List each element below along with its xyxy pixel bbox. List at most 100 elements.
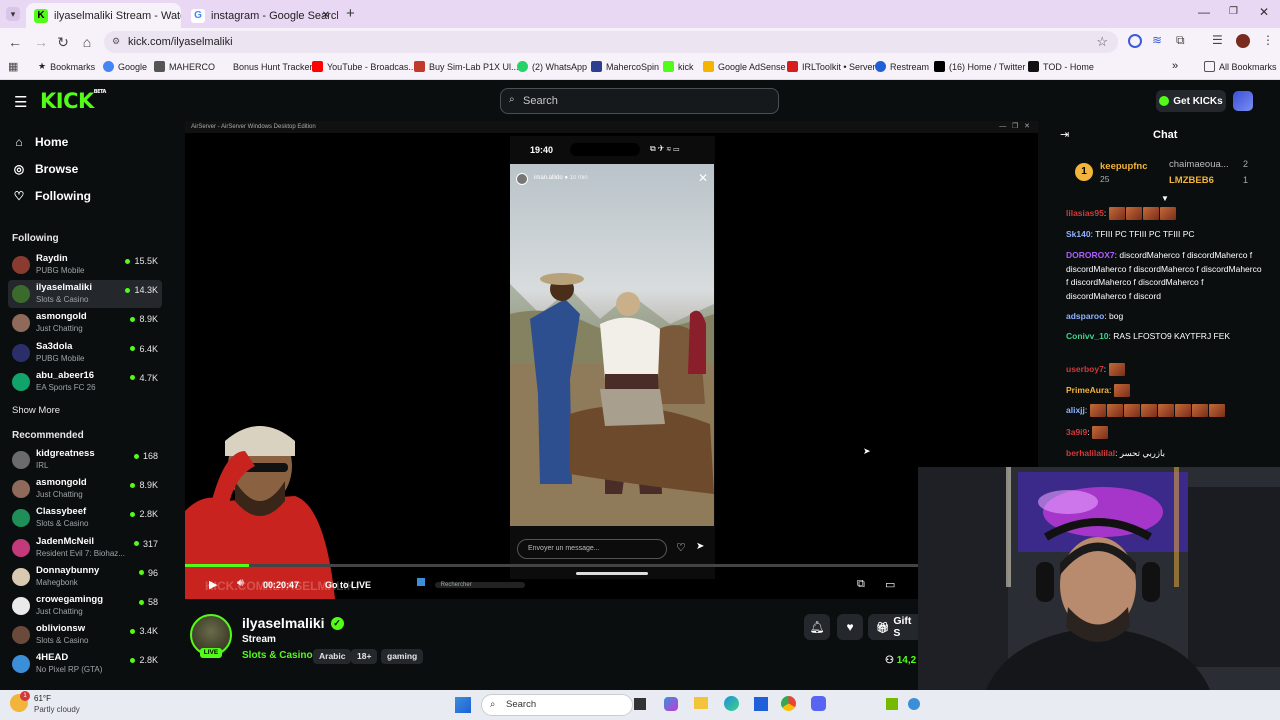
puzzle-icon[interactable]: ⧉ (1176, 33, 1185, 48)
bookmark-star-icon[interactable]: ☆ (1096, 34, 1108, 50)
bookmark-simlab[interactable]: Buy Sim-Lab P1X Ul... (414, 61, 519, 72)
nvidia-icon[interactable] (886, 698, 898, 710)
sidebar-channel-asmongold[interactable]: asmongold Just Chatting 8.9K (8, 309, 162, 337)
bookmark-bonus-hunt[interactable]: Bonus Hunt Tracker (218, 61, 313, 72)
bookmark-adsense[interactable]: Google AdSense (703, 61, 786, 72)
chat-username[interactable]: userboy7 (1066, 364, 1104, 374)
collapse-chat-icon[interactable]: ⇥ (1060, 128, 1069, 141)
user-avatar[interactable] (1233, 91, 1253, 111)
go-to-live-button[interactable]: Go to LIVE (325, 580, 371, 590)
tag-18plus[interactable]: 18+ (351, 649, 378, 664)
pinned-user-1[interactable]: keepupfnc (1100, 161, 1148, 172)
story-heart-icon[interactable]: ♡ (676, 541, 686, 554)
bookmark-irltoolkit[interactable]: IRLToolkit • Server (787, 61, 876, 72)
discord-icon[interactable] (811, 696, 826, 711)
volume-icon[interactable]: 🔊︎ (237, 577, 244, 590)
chat-username[interactable]: 3a9i9 (1066, 427, 1087, 437)
video-player[interactable]: AirServer - AirServer Windows Desktop Ed… (185, 121, 1038, 599)
hamburger-menu-icon[interactable]: ☰ (14, 93, 27, 111)
show-more-link[interactable]: Show More (12, 405, 60, 416)
sidebar-channel-donnaybunny[interactable]: Donnaybunny Mahegbonk 96 (8, 563, 162, 591)
close-window-icon[interactable]: ✕ (1259, 5, 1269, 19)
taskbar-search[interactable]: ⌕ Search (481, 694, 633, 716)
play-icon[interactable]: ▶ (209, 578, 217, 591)
bookmark-kick[interactable]: kick (663, 61, 694, 72)
nav-home[interactable]: ⌂ Home (12, 135, 68, 149)
chat-username[interactable]: DOROROX7 (1066, 250, 1115, 260)
bookmark-tod[interactable]: TOD - Home (1028, 61, 1094, 72)
sidebar-channel-jadenmcneil[interactable]: JadenMcNeil Resident Evil 7: Biohaz... 317 (8, 534, 162, 562)
kick-logo[interactable]: KICKBETA (40, 89, 106, 113)
apps-grid-icon[interactable]: ▦ (8, 60, 18, 73)
bookmark-whatsapp[interactable]: (2) WhatsApp (517, 61, 587, 72)
chat-username[interactable]: lilasias95 (1066, 208, 1104, 218)
theatre-mode-icon[interactable]: ▭ (885, 578, 895, 591)
minimize-icon[interactable]: — (1198, 5, 1210, 19)
store-icon[interactable] (754, 697, 768, 711)
reload-icon[interactable]: ↻ (54, 34, 72, 50)
gift-subs-button[interactable]: 🎁︎ Gift S (868, 614, 918, 640)
chat-username[interactable]: adsparoo (1066, 311, 1104, 321)
tab-list-chevron-icon[interactable]: ▾ (6, 7, 20, 21)
tray-icon[interactable] (908, 698, 920, 710)
sidebar-channel-classybeef[interactable]: Classybeef Slots & Casino 2.8K (8, 504, 162, 532)
bookmark-mahercospin[interactable]: MahercoSpin (591, 61, 659, 72)
forward-icon[interactable]: → (32, 34, 50, 50)
back-icon[interactable]: ← (6, 34, 24, 50)
notification-bell-button[interactable]: 🔔︎ (804, 614, 830, 640)
story-message-input[interactable]: Envoyer un message... (517, 539, 667, 559)
bookmark-twitter[interactable]: (16) Home / Twitter (934, 61, 1025, 72)
sidebar-channel-kidgreatness[interactable]: kidgreatness IRL 168 (8, 446, 162, 474)
tag-gaming[interactable]: gaming (381, 649, 424, 664)
tab-instagram-search[interactable]: G instagram - Google Search ✕ (183, 3, 338, 28)
tag-arabic[interactable]: Arabic (313, 649, 352, 664)
story-close-icon[interactable]: ✕ (698, 171, 708, 185)
story-send-icon[interactable]: ➤ (696, 541, 704, 552)
nav-browse[interactable]: ◎ Browse (12, 162, 79, 176)
all-bookmarks[interactable]: All Bookmarks (1204, 61, 1277, 72)
edge-icon[interactable] (724, 696, 739, 711)
search-input[interactable]: ⌕ Search (500, 88, 779, 114)
follow-heart-button[interactable]: ♥ (837, 614, 863, 640)
pinned-user-2[interactable]: chaimaeoua... (1169, 159, 1229, 170)
bookmark-restream[interactable]: Restream (875, 61, 929, 72)
tab-kick-stream[interactable]: K ilyaselmaliki Stream - Watc 🔊 ✕ (26, 3, 181, 28)
bookmark-youtube[interactable]: YouTube - Broadcas... (312, 61, 416, 72)
menu-dots-icon[interactable]: ⋮ (1262, 33, 1274, 47)
pinned-user-3[interactable]: LMZBEB6 (1169, 175, 1214, 186)
sidebar-channel-4head[interactable]: 4HEAD No Pixel RP (GTA) 2.8K (8, 650, 162, 678)
bookmark-maherco[interactable]: MAHERCO (154, 61, 215, 72)
extension-icon[interactable] (1128, 34, 1142, 48)
pip-icon[interactable]: ⧉ (857, 578, 865, 591)
chat-username[interactable]: alixjj (1066, 405, 1085, 415)
channel-name[interactable]: ilyaselmaliki ✓ (242, 615, 344, 631)
site-info-icon[interactable]: ⚙ (112, 36, 120, 47)
stream-category-link[interactable]: Slots & Casino (242, 650, 313, 661)
more-bookmarks-icon[interactable]: » (1172, 60, 1178, 72)
sidebar-channel-abu-abeer16[interactable]: abu_abeer16 EA Sports FC 26 4.7K (8, 368, 162, 396)
sidebar-channel-sa3dola[interactable]: Sa3dola PUBG Mobile 6.4K (8, 339, 162, 367)
sidebar-channel-asmongold[interactable]: asmongold Just Chatting 8.9K (8, 475, 162, 503)
restore-icon[interactable]: ❐ (1229, 6, 1238, 17)
chat-username[interactable]: berhalilalilal (1066, 448, 1115, 458)
windows-start-icon[interactable] (455, 697, 471, 713)
home-icon[interactable]: ⌂ (78, 34, 96, 50)
chat-username[interactable]: PrimeAura (1066, 385, 1109, 395)
file-explorer-icon[interactable] (694, 697, 708, 709)
reading-list-icon[interactable]: ☰ (1212, 33, 1223, 47)
task-view-icon[interactable] (634, 698, 646, 710)
sidebar-channel-ilyaselmaliki[interactable]: ilyaselmaliki Slots & Casino 14.3K (8, 280, 162, 309)
sidebar-channel-crowegamingg[interactable]: crowegamingg Just Chatting 58 (8, 592, 162, 620)
get-kicks-button[interactable]: Get KICKs (1156, 90, 1226, 112)
tab-close-icon[interactable]: ✕ (322, 10, 330, 21)
bookmark-google[interactable]: Google (103, 61, 147, 72)
copilot-icon[interactable] (664, 697, 678, 711)
expand-pinned-icon[interactable]: ▼ (1161, 194, 1169, 203)
extension-icon[interactable]: ≋ (1152, 33, 1162, 47)
new-tab-button[interactable]: + (346, 5, 355, 22)
sidebar-channel-oblivionsw[interactable]: oblivionsw Slots & Casino 3.4K (8, 621, 162, 649)
bookmark-bookmarks[interactable]: ★ Bookmarks (38, 61, 95, 72)
profile-avatar[interactable] (1236, 34, 1250, 48)
chrome-icon[interactable] (781, 696, 796, 711)
chat-username[interactable]: Sk140 (1066, 229, 1091, 239)
